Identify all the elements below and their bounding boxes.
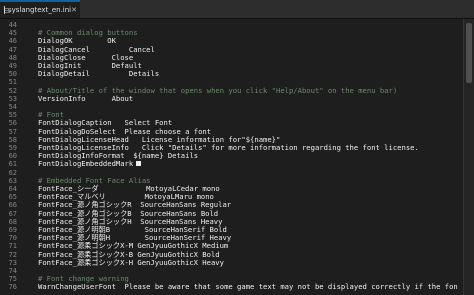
line-number: 46: [8, 37, 17, 46]
line-number: 74: [8, 267, 17, 275]
line-number: 68: [8, 217, 17, 226]
line-number: 63: [8, 176, 17, 185]
code-line-text: DialogDetail Details: [38, 69, 160, 79]
line-number: 76: [8, 283, 17, 292]
line-number: 59: [8, 144, 17, 152]
close-icon[interactable]: ✕: [71, 6, 77, 14]
editor-window: syslangtext_en.ini ✕ 44 45 46 47 48 49 50 51 52 5…: [0, 0, 474, 295]
line-number: 52: [8, 86, 17, 95]
line-number: 64: [8, 185, 17, 193]
line-number: 62: [8, 168, 17, 177]
line-number: 44: [8, 21, 17, 29]
code-area[interactable]: # Common dialog buttons DialogOK OK Dialog…: [38, 19, 458, 295]
code-line[interactable]: FontFace_源柔ゴシックX-H GenJyuuGothicX Heavy: [38, 257, 224, 267]
line-number: 72: [8, 250, 17, 259]
code-line-text: FontFace_源柔ゴシックX-H GenJyuuGothicX Heavy: [38, 257, 224, 267]
line-number: 51: [8, 78, 17, 87]
tab-syslangtext[interactable]: syslangtext_en.ini ✕: [0, 0, 80, 18]
line-number: 55: [8, 111, 17, 120]
line-number: 50: [8, 70, 17, 79]
tab-bar: syslangtext_en.ini ✕: [0, 0, 474, 19]
code-line[interactable]: FontDialogEmbeddedMark: [38, 159, 142, 169]
line-number: 66: [8, 201, 17, 210]
code-line[interactable]: DialogDetail Details: [38, 70, 159, 78]
line-number: 75: [8, 275, 17, 284]
line-number: 54: [8, 103, 17, 111]
line-number: 61: [8, 160, 17, 169]
line-number: 47: [8, 45, 17, 54]
line-number: 65: [8, 193, 17, 202]
vertical-scrollbar[interactable]: [463, 19, 474, 295]
line-number: 45: [8, 29, 17, 38]
code-line[interactable]: VersionInfo About: [38, 93, 134, 103]
code-line[interactable]: WarnChangeUserFont Please be aware that …: [38, 283, 458, 291]
line-number: 71: [8, 242, 17, 251]
line-number: 53: [8, 94, 17, 103]
code-line-text: WarnChangeUserFont Please be aware that …: [38, 282, 458, 292]
line-number: 67: [8, 209, 17, 218]
code-line-text: VersionInfo About: [38, 93, 134, 103]
line-number: 56: [8, 119, 17, 128]
line-number: 70: [8, 234, 17, 243]
file-icon: [4, 6, 10, 14]
line-number: 58: [8, 135, 17, 144]
tab-label: syslangtext_en.ini: [7, 6, 72, 14]
line-number: 49: [8, 62, 17, 70]
line-number: 73: [8, 258, 17, 267]
embedded-mark-glyph: [136, 161, 142, 167]
line-number-gutter: 44 45 46 47 48 49 50 51 52 53 54 55 56 57 58 59 60 61 62 63…: [0, 19, 30, 295]
line-number: 60: [8, 152, 17, 161]
line-number: 57: [8, 127, 17, 136]
line-number: 48: [8, 53, 17, 62]
code-line-text: FontDialogEmbeddedMark: [38, 159, 134, 169]
scrollbar-thumb[interactable]: [466, 23, 472, 83]
line-number: 69: [8, 226, 17, 234]
